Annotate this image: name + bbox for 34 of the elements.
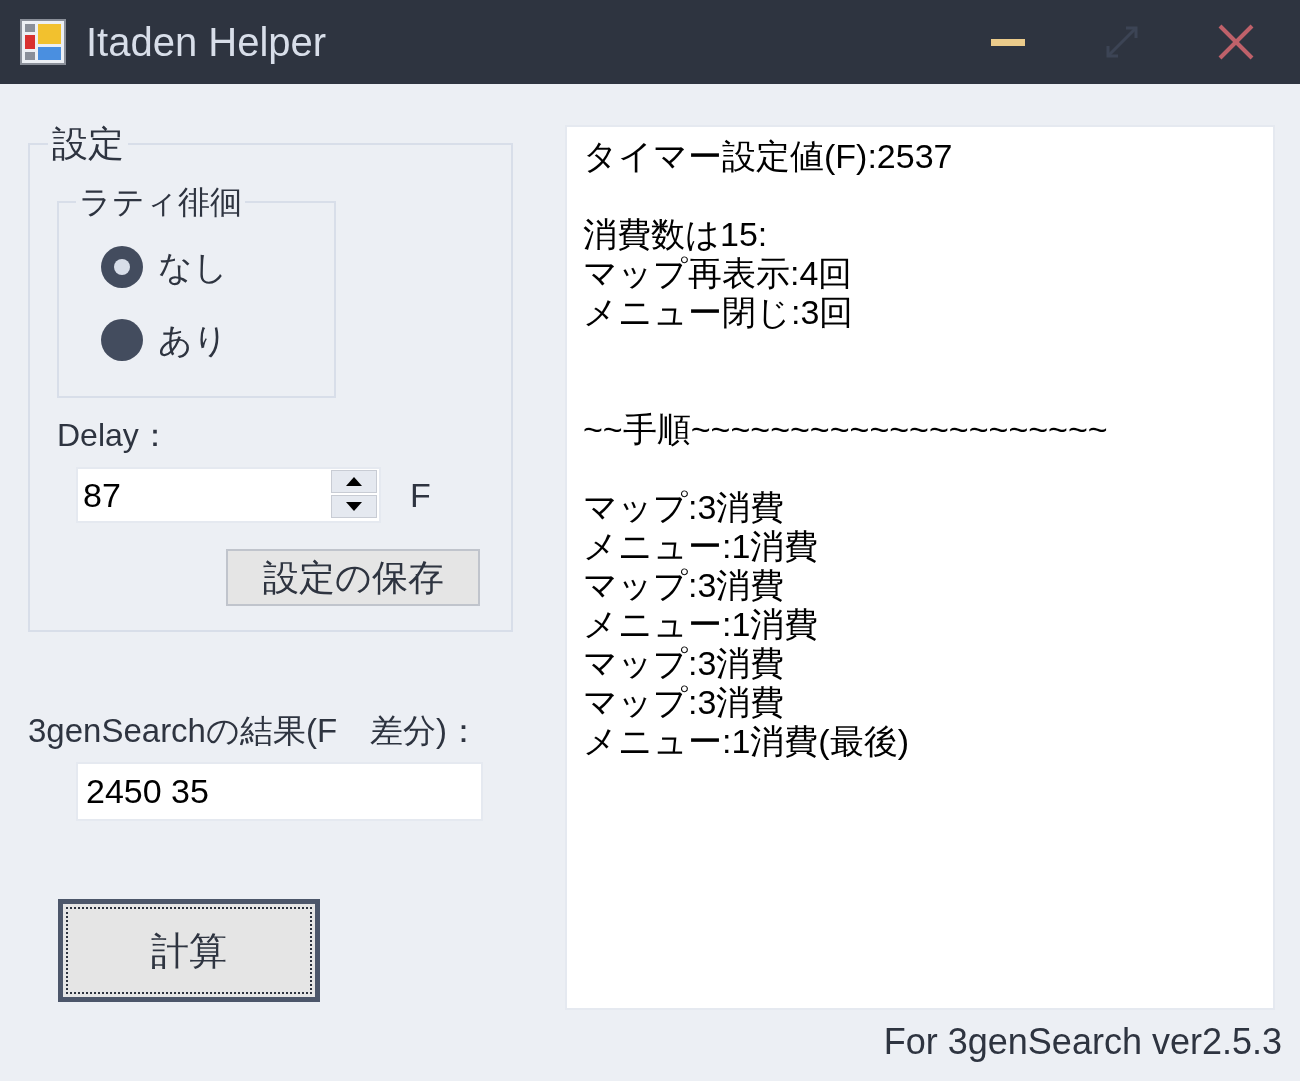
app-window-icon: [20, 19, 66, 65]
output-line: マップ:3消費: [583, 644, 785, 683]
output-line: メニュー:1消費: [583, 527, 819, 566]
spin-down-button[interactable]: [331, 495, 377, 518]
minimize-icon: [991, 38, 1025, 46]
output-line: メニュー閉じ:3回: [583, 293, 854, 332]
output-line: マップ:3消費: [583, 683, 785, 722]
result-field[interactable]: 2450 35: [76, 762, 483, 821]
output-line: メニュー:1消費(最後): [583, 722, 909, 761]
output-line: マップ再表示:4回: [583, 254, 853, 293]
radio-label[interactable]: あり: [158, 319, 228, 361]
unit-label: F: [410, 475, 431, 515]
group-title: ラティ徘徊: [78, 183, 243, 222]
radio-button-icon[interactable]: [101, 319, 143, 361]
down-triangle-icon: [346, 502, 362, 511]
window-title: Itaden Helper: [86, 19, 327, 66]
output-line: マップ:3消費: [583, 566, 785, 605]
radio-button-icon[interactable]: [101, 246, 143, 288]
output-line: ~~手順~~~~~~~~~~~~~~~~~~~~~: [583, 410, 1108, 449]
up-triangle-icon: [346, 477, 362, 486]
output-textbox[interactable]: タイマー設定値(F):2537 消費数は15: マップ再表示:4回 メニュー閉じ:3回 ~~手順~~~~~~~~~~~~~~~~~~~~~ マップ:3消費 メニュー:1消費 マップ:3消費 メニュー:1消費 マップ:3消費 マップ:3消費 メニュー:1消費(最後): [565, 125, 1275, 1010]
output-line: メニュー:1消費: [583, 605, 819, 644]
spin-up-button[interactable]: [331, 470, 377, 493]
save-settings-button[interactable]: 設定の保存: [226, 549, 480, 606]
version-label: For 3genSearch ver2.5.3: [883, 1022, 1282, 1062]
close-icon: [1218, 24, 1254, 60]
delay-label: Delay：: [57, 416, 171, 455]
result-label: 3genSearchの結果(F 差分)：: [28, 711, 481, 751]
group-title: 設定: [51, 124, 125, 164]
radio-label[interactable]: なし: [158, 246, 228, 288]
output-line: タイマー設定値(F):2537: [583, 137, 953, 176]
calculate-button[interactable]: 計算: [58, 899, 320, 1002]
output-line: 消費数は15:: [583, 215, 768, 254]
output-line: マップ:3消費: [583, 488, 785, 527]
